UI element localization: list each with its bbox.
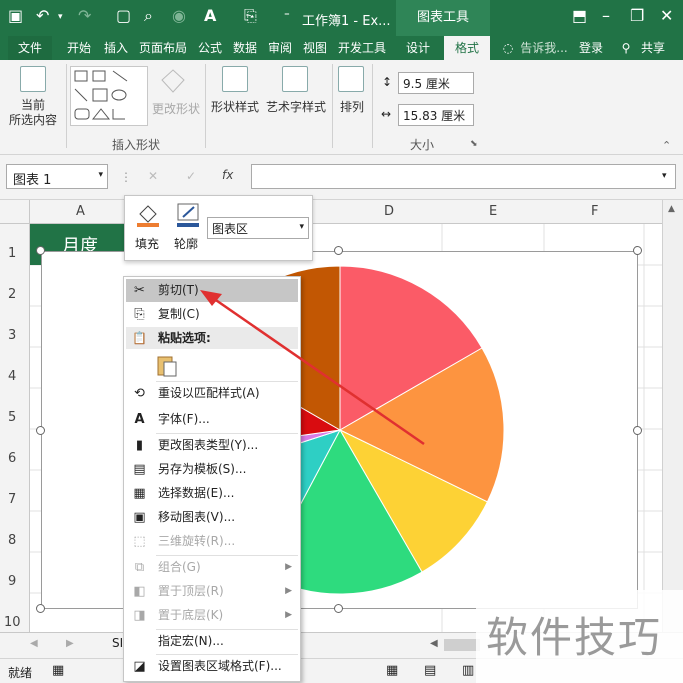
annotation-arrow	[200, 290, 425, 446]
watermark-text: 软件技巧	[476, 590, 683, 683]
